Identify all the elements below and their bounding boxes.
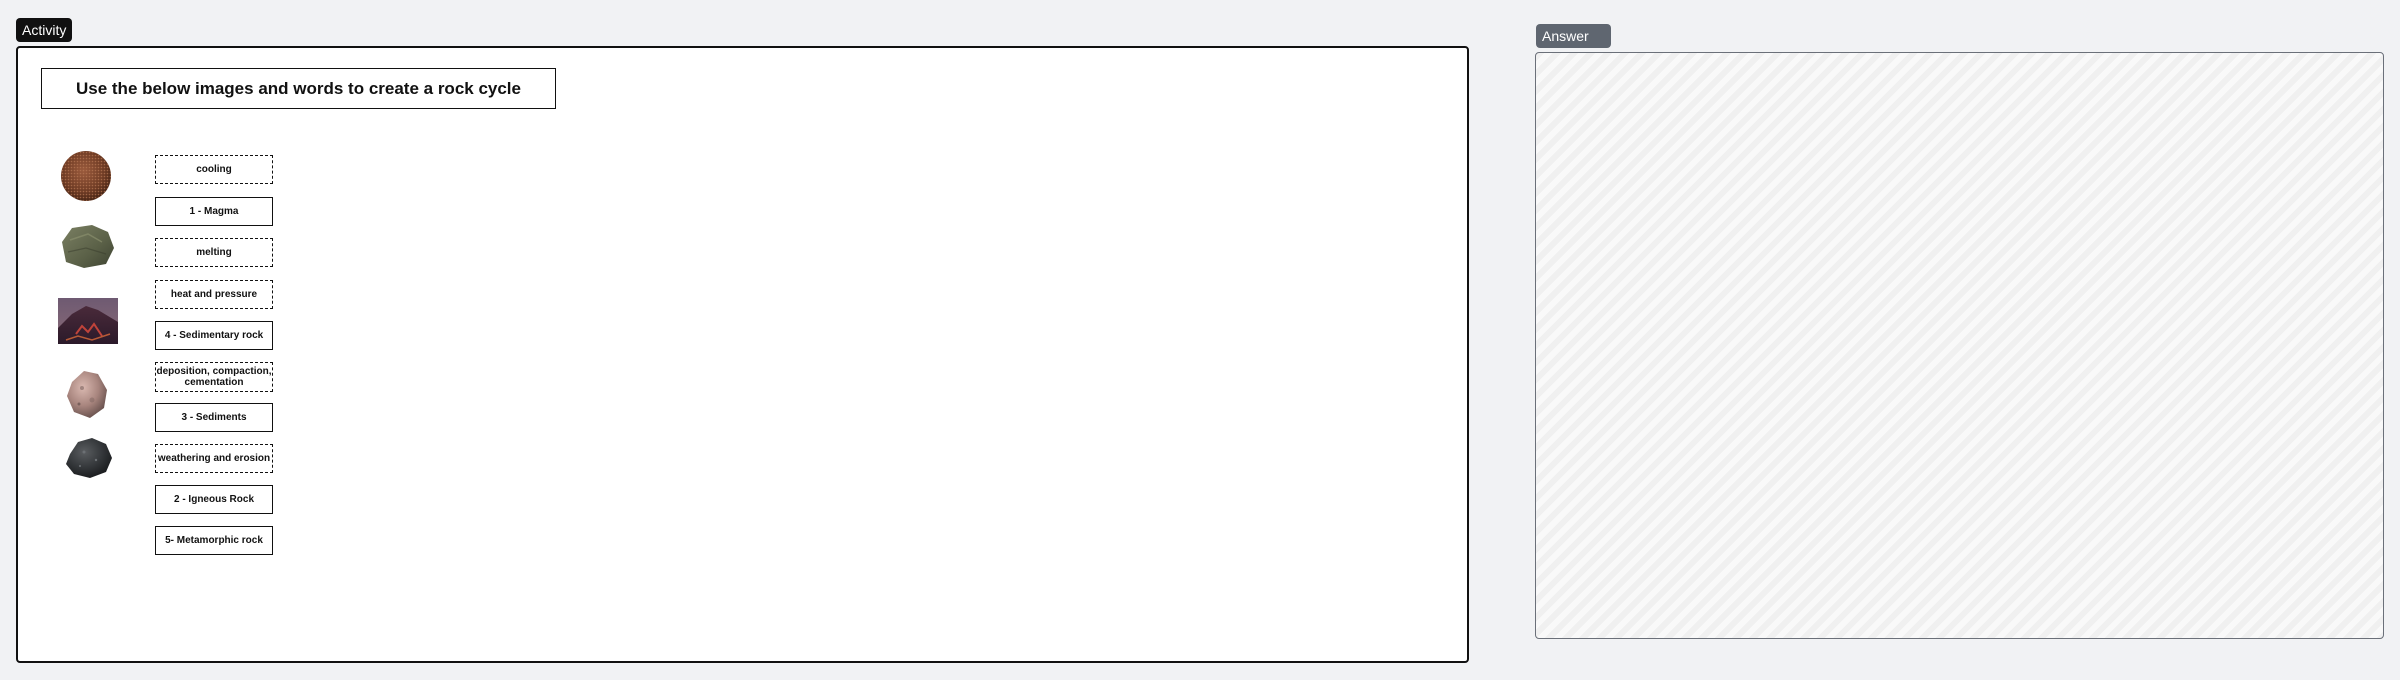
word-card-sedimentary-rock[interactable]: 4 - Sedimentary rock [155,321,273,350]
activity-panel: Use the below images and words to create… [16,46,1469,663]
word-card-metamorphic-rock[interactable]: 5- Metamorphic rock [155,526,273,555]
word-card-cooling[interactable]: cooling [155,155,273,184]
word-card-melting[interactable]: melting [155,238,273,267]
sediments-rock-icon[interactable] [58,148,114,204]
word-card-sediments[interactable]: 3 - Sediments [155,403,273,432]
word-card-deposition[interactable]: deposition, compaction, cementation [155,362,273,392]
activity-tab[interactable]: Activity [16,18,73,42]
word-card-heat-and-pressure[interactable]: heat and pressure [155,280,273,309]
word-card-weathering-and-erosion[interactable]: weathering and erosion [155,444,273,473]
metamorphic-rock-icon[interactable] [58,222,116,270]
answer-drop-area[interactable] [1535,52,2384,639]
answer-tab[interactable]: Answer [1536,24,1611,48]
word-card-magma[interactable]: 1 - Magma [155,197,273,226]
word-card-igneous-rock[interactable]: 2 - Igneous Rock [155,485,273,514]
sedimentary-rock-icon[interactable] [64,368,110,420]
magma-lava-icon[interactable] [58,298,118,344]
activity-title: Use the below images and words to create… [41,68,556,109]
igneous-rock-icon[interactable] [64,436,114,480]
